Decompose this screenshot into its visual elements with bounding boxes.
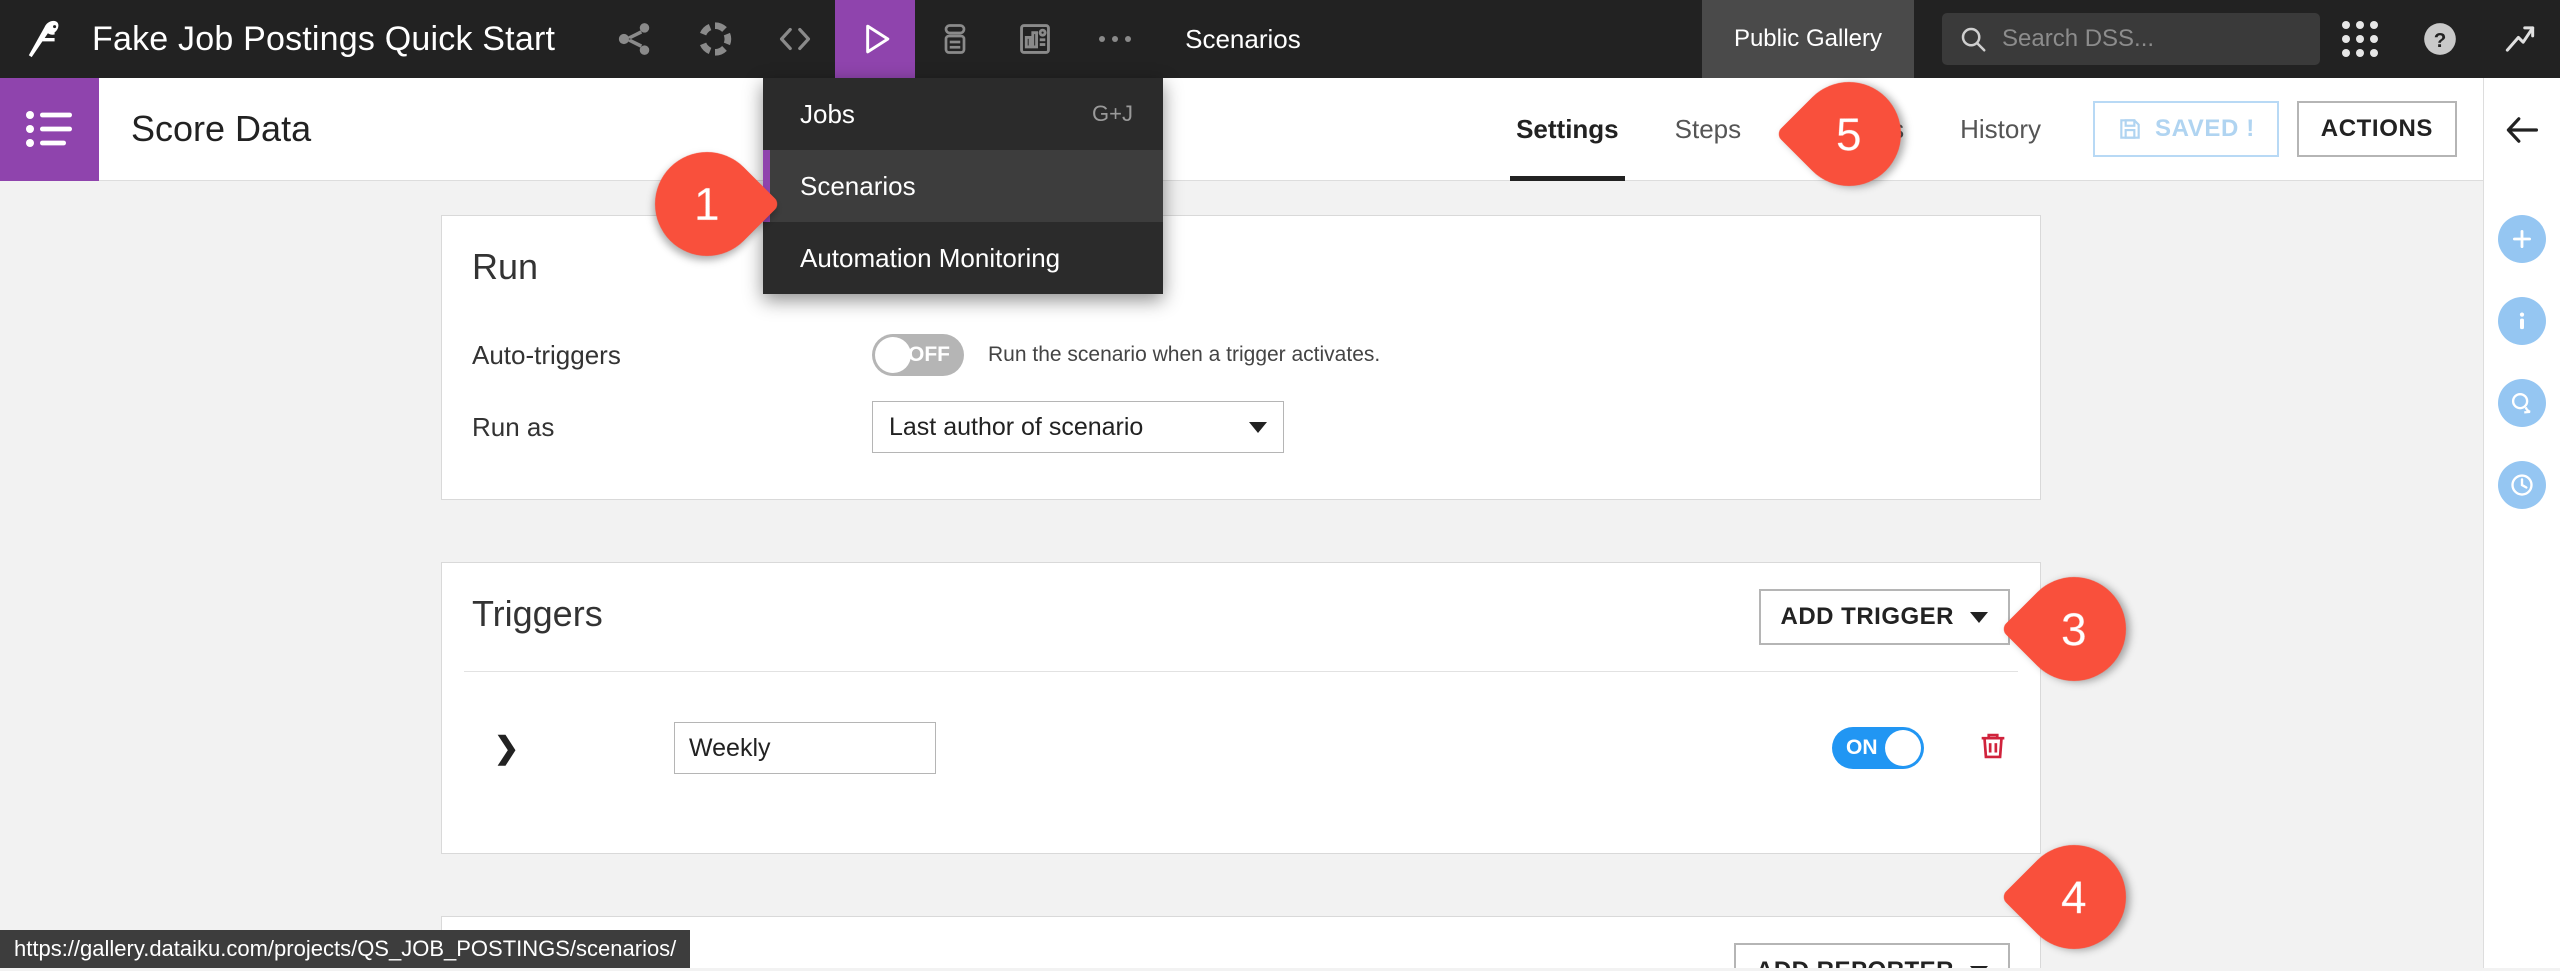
triggers-section-title: Triggers: [472, 593, 603, 635]
scenario-list-icon[interactable]: [0, 78, 99, 181]
trigger-row-controls: ON: [1832, 727, 2010, 769]
dashboard-icon-glyph: [1016, 20, 1054, 58]
menu-item-jobs[interactable]: Jobs G+J: [763, 78, 1163, 150]
details-info-icon[interactable]: [2498, 297, 2546, 345]
history-clock-icon[interactable]: [2498, 461, 2546, 509]
share-icon-glyph: [616, 20, 654, 58]
menu-item-scenarios[interactable]: Scenarios: [763, 150, 1163, 222]
help-question-icon-glyph: ?: [2421, 20, 2459, 58]
add-reporter-label: ADD REPORTER: [1756, 957, 1954, 968]
search-icon: [1958, 24, 1988, 54]
auto-triggers-toggle[interactable]: OFF: [872, 334, 964, 376]
scenario-list-icon-glyph: [22, 105, 78, 153]
add-trigger-button[interactable]: ADD TRIGGER: [1759, 589, 2011, 645]
code-icon[interactable]: [755, 0, 835, 78]
auto-triggers-row: Auto-triggers OFF Run the scenario when …: [472, 334, 1380, 376]
auto-triggers-toggle-state: OFF: [908, 343, 950, 367]
history-clock-icon-glyph: [2507, 470, 2537, 500]
browser-status-bar-url: https://gallery.dataiku.com/projects/QS_…: [0, 930, 690, 968]
triggers-divider: [464, 671, 2018, 672]
apps-grid-icon-glyph: [2342, 21, 2378, 57]
actions-button[interactable]: ACTIONS: [2297, 101, 2457, 157]
info-icon-glyph: [2508, 307, 2536, 335]
run-as-select[interactable]: Last author of scenario: [872, 401, 1284, 453]
project-title: Fake Job Postings Quick Start: [92, 20, 555, 59]
settings-content-area: Run Auto-triggers OFF Run the scenario w…: [0, 181, 2483, 968]
discussions-icon-glyph: [2507, 388, 2537, 418]
add-panel-plus-icon[interactable]: [2498, 215, 2546, 263]
trigger-enabled-state: ON: [1846, 736, 1878, 760]
trigger-enabled-toggle[interactable]: ON: [1832, 727, 1924, 769]
svg-text:?: ?: [2434, 29, 2447, 52]
auto-triggers-hint: Run the scenario when a trigger activate…: [988, 343, 1380, 367]
add-trigger-label: ADD TRIGGER: [1781, 603, 1955, 631]
menu-item-automation-monitoring-label: Automation Monitoring: [800, 243, 1060, 274]
delete-trigger-trash-icon[interactable]: [1976, 728, 2010, 769]
page-header: Score Data Settings Steps Last runs Hist…: [0, 78, 2483, 181]
tab-settings[interactable]: Settings: [1488, 78, 1647, 181]
run-as-row: Run as Last author of scenario: [472, 401, 1284, 453]
page-title: Score Data: [131, 108, 311, 150]
discussions-icon[interactable]: [2498, 379, 2546, 427]
trending-arrow-icon[interactable]: [2480, 0, 2560, 78]
jobs-scenarios-dropdown-menu: Jobs G+J Scenarios Automation Monitoring: [763, 78, 1163, 294]
more-ellipsis-icon[interactable]: [1075, 0, 1155, 78]
run-section-title: Run: [472, 246, 538, 288]
run-as-select-value: Last author of scenario: [889, 413, 1143, 442]
trash-icon-glyph: [1976, 728, 2010, 764]
public-gallery-button[interactable]: Public Gallery: [1702, 0, 1914, 78]
run-settings-card: Run Auto-triggers OFF Run the scenario w…: [441, 215, 2041, 500]
scenario-tabs: Settings Steps Last runs History: [1488, 78, 2069, 181]
share-icon[interactable]: [595, 0, 675, 78]
nav-section-label: Scenarios: [1185, 24, 1301, 55]
code-icon-glyph: [774, 20, 816, 58]
run-as-label: Run as: [472, 412, 872, 443]
right-sidebar: [2483, 78, 2560, 968]
chevron-down-icon: [1249, 422, 1267, 433]
trigger-name-input[interactable]: [674, 722, 936, 774]
expand-trigger-chevron-right-icon[interactable]: ❯: [494, 731, 524, 766]
menu-item-scenarios-label: Scenarios: [800, 171, 916, 202]
topnav-right-icons: ?: [2320, 0, 2560, 78]
add-reporter-button[interactable]: ADD REPORTER: [1734, 943, 2010, 968]
chevron-down-icon: [1970, 612, 1988, 623]
menu-item-jobs-shortcut: G+J: [1092, 101, 1133, 127]
menu-item-automation-monitoring[interactable]: Automation Monitoring: [763, 222, 1163, 294]
flow-donut-icon[interactable]: [675, 0, 755, 78]
menu-item-jobs-label: Jobs: [800, 99, 855, 130]
tab-history[interactable]: History: [1932, 78, 2069, 181]
arrow-left-icon-glyph: [2502, 114, 2542, 146]
saved-status-button[interactable]: SAVED !: [2093, 101, 2279, 157]
notebook-icon[interactable]: [915, 0, 995, 78]
tab-steps[interactable]: Steps: [1647, 78, 1770, 181]
flow-donut-icon-glyph: [695, 19, 735, 59]
floppy-disk-icon: [2117, 116, 2143, 142]
apps-grid-icon[interactable]: [2320, 0, 2400, 78]
search-box[interactable]: [1942, 13, 2320, 65]
trending-arrow-icon-glyph: [2501, 20, 2539, 58]
table-row: ❯ ON: [442, 703, 2040, 793]
trigger-enabled-toggle-knob: [1885, 730, 1921, 766]
triggers-card: Triggers ADD TRIGGER ❯ ON: [441, 562, 2041, 854]
search-input[interactable]: [2002, 25, 2282, 53]
help-question-icon[interactable]: ?: [2400, 0, 2480, 78]
more-ellipsis-icon-glyph: [1095, 32, 1135, 46]
auto-triggers-label: Auto-triggers: [472, 340, 872, 371]
collapse-panel-arrow-left-icon[interactable]: [2484, 78, 2560, 181]
notebook-icon-glyph: [937, 19, 973, 59]
play-triangle-icon-glyph: [853, 17, 897, 61]
dataiku-bird-logo-icon: [25, 17, 67, 61]
dataiku-bird-logo[interactable]: [0, 0, 92, 78]
dashboard-icon[interactable]: [995, 0, 1075, 78]
plus-icon-glyph: [2509, 226, 2535, 252]
play-triangle-icon[interactable]: [835, 0, 915, 78]
saved-status-label: SAVED !: [2155, 115, 2255, 143]
auto-triggers-toggle-knob: [875, 337, 911, 373]
top-navigation-bar: Fake Job Postings Quick Start: [0, 0, 2560, 78]
